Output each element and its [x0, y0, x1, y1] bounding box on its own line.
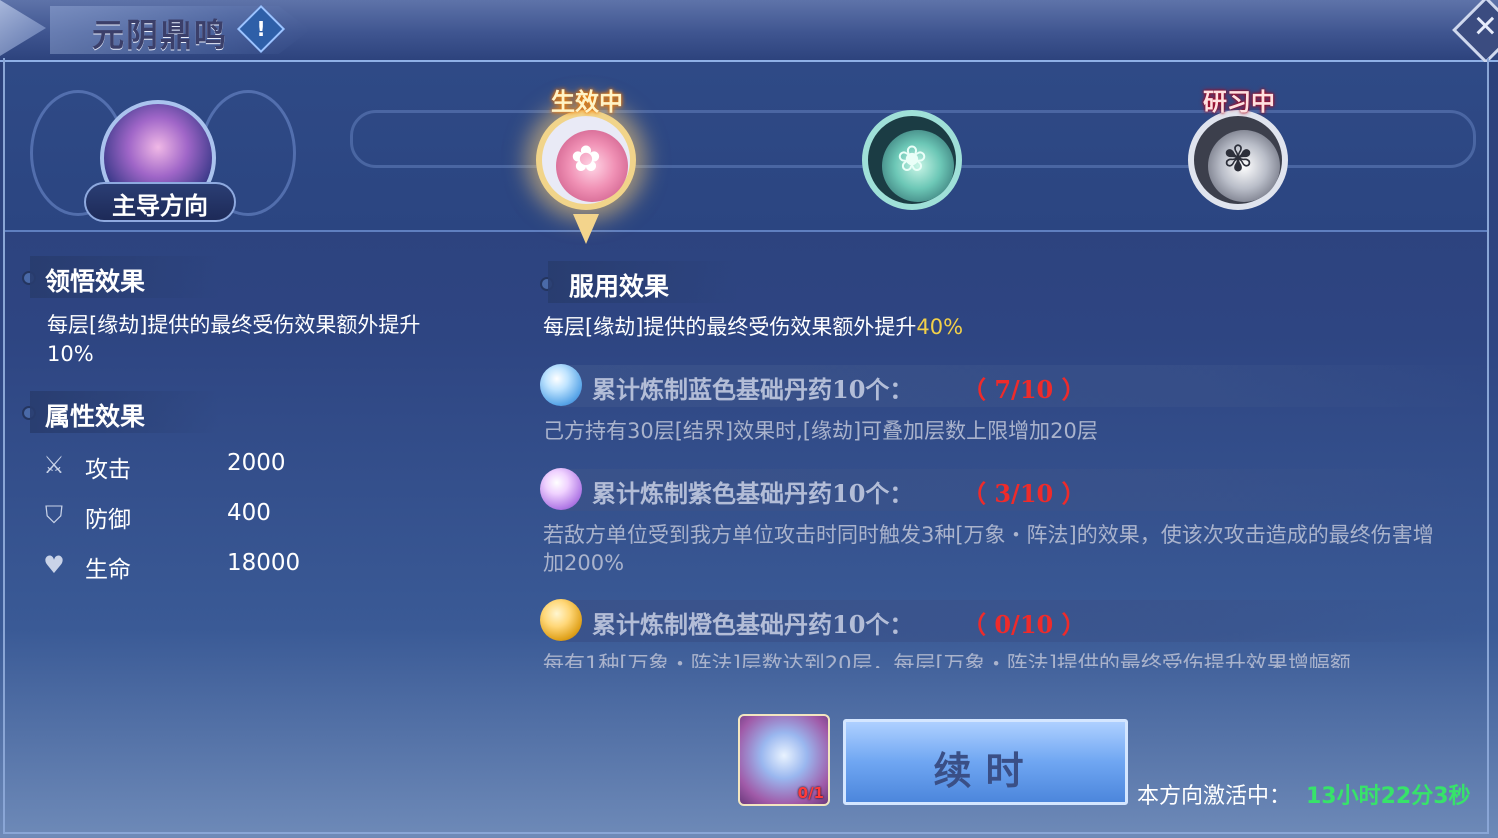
- title-corner-ornament: [0, 0, 46, 56]
- health-value: 18000: [227, 550, 301, 576]
- consume-value: 40%: [916, 315, 964, 339]
- spider-lily-icon: ✾: [1222, 139, 1254, 180]
- renew-button[interactable]: 续时: [843, 719, 1128, 805]
- purple-pill-icon: [540, 468, 582, 510]
- health-label: 生命: [85, 557, 131, 583]
- renew-item-slot[interactable]: 0/1: [738, 714, 830, 806]
- task-blue-title: 累计炼制蓝色基础丹药10个：: [592, 375, 914, 404]
- lotus-direction-emblem[interactable]: ✿: [536, 110, 636, 210]
- comprehension-header: 领悟效果: [45, 267, 146, 296]
- attack-value: 2000: [227, 450, 286, 476]
- lily-direction-emblem[interactable]: ❀: [862, 110, 962, 210]
- defense-value: 400: [227, 500, 271, 526]
- attack-label: 攻击: [85, 457, 131, 483]
- orange-pill-icon: [540, 599, 582, 641]
- renew-button-label: 续时: [933, 748, 1038, 793]
- close-button[interactable]: ✕: [1452, 0, 1498, 64]
- main-direction-label: 主导方向: [112, 191, 208, 220]
- consume-header: 服用效果: [569, 272, 670, 301]
- status-study-label: 研习中: [1203, 87, 1275, 116]
- status-active-label: 生效中: [551, 87, 623, 116]
- item-count: 0/1: [797, 784, 824, 802]
- consume-text: 每层[缘劫]提供的最终受伤效果额外提升40%: [543, 315, 964, 339]
- spider-lily-direction-emblem[interactable]: ✾: [1188, 110, 1288, 210]
- page-title: 元阴鼎鸣: [92, 16, 229, 54]
- task-orange-count: （ 0/10 ）: [962, 610, 1086, 639]
- close-icon: ✕: [1472, 9, 1498, 45]
- blue-pill-icon: [540, 364, 582, 406]
- task-orange-desc-clip[interactable]: 每有1种[万象・阵法]层数达到20层，每层[万象・阵法]提供的最终受伤提升效果增…: [530, 640, 1470, 668]
- comprehension-text: 每层[缘劫]提供的最终受伤效果额外提升10%: [47, 313, 421, 366]
- activation-timer-label: 本方向激活中：: [1137, 784, 1292, 809]
- task-blue-desc: 己方持有30层[结界]效果时,[缘劫]可叠加层数上限增加20层: [543, 419, 1098, 443]
- lily-icon: ❀: [896, 139, 928, 180]
- title-bar: 元阴鼎鸣 ! ✕: [0, 0, 1498, 64]
- attributes-header: 属性效果: [45, 402, 146, 431]
- heart-icon: ♥: [43, 551, 65, 579]
- task-purple-count: （ 3/10 ）: [962, 479, 1086, 508]
- task-orange-title: 累计炼制橙色基础丹药10个：: [592, 610, 914, 639]
- task-blue-count: （ 7/10 ）: [962, 375, 1086, 404]
- task-orange-desc: 每有1种[万象・阵法]层数达到20层，每层[万象・阵法]提供的最终受伤提升效果增…: [543, 652, 1351, 668]
- sword-icon: ⚔: [43, 451, 65, 479]
- lotus-icon: ✿: [570, 139, 602, 180]
- activation-timer-value: 13小时22分3秒: [1306, 784, 1471, 809]
- defense-label: 防御: [85, 507, 131, 533]
- shield-icon: ⛉: [45, 501, 63, 529]
- task-purple-title: 累计炼制紫色基础丹药10个：: [592, 479, 914, 508]
- task-purple-desc: 若敌方单位受到我方单位攻击时同时触发3种[万象・阵法]的效果，使该次攻击造成的最…: [543, 523, 1434, 575]
